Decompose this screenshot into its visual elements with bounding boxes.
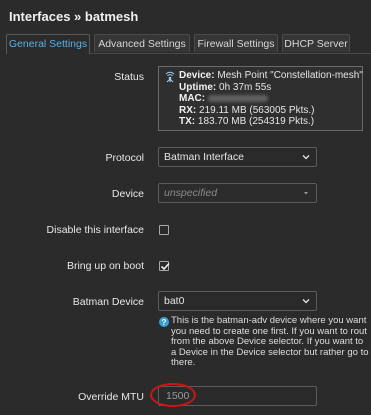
- status-device-key: Device:: [179, 70, 215, 81]
- chevron-down-icon: [302, 155, 310, 160]
- device-label: Device: [111, 188, 144, 200]
- status-uptime-line: Uptime: 0h 37m 55s: [179, 82, 362, 94]
- status-tx-value: 183.70 MB (254319 Pkts.): [197, 116, 315, 127]
- svg-text:?: ?: [162, 318, 167, 327]
- tab-firewall-settings[interactable]: Firewall Settings: [194, 34, 278, 52]
- status-uptime-value: 0h 37m 55s: [219, 81, 272, 93]
- bring-up-on-boot-label: Bring up on boot: [66, 260, 144, 272]
- help-line: there.: [171, 358, 196, 368]
- device-select-value: unspecified: [164, 187, 218, 199]
- question-icon: ?: [159, 317, 169, 327]
- disable-interface-label: Disable this interface: [46, 224, 144, 236]
- status-uptime-key: Uptime:: [179, 81, 217, 93]
- dropdown-arrow-icon: [304, 192, 308, 195]
- protocol-label: Protocol: [105, 152, 144, 164]
- protocol-select[interactable]: Batman Interface: [158, 147, 317, 167]
- page-title: Interfaces » batmesh: [9, 9, 139, 24]
- help-line: This is the batman-adv device where you …: [171, 316, 367, 326]
- device-select[interactable]: unspecified: [158, 183, 317, 203]
- override-mtu-input[interactable]: [158, 386, 317, 406]
- tab-general-settings[interactable]: General Settings: [6, 34, 90, 54]
- status-device-line: Device: Mesh Point "Constellation-mesh": [179, 70, 363, 82]
- tab-advanced-settings[interactable]: Advanced Settings: [94, 34, 190, 52]
- status-tx-line: TX: 183.70 MB (254319 Pkts.): [179, 116, 362, 128]
- batman-device-label: Batman Device: [72, 296, 144, 308]
- bring-up-on-boot-checkbox[interactable]: [159, 261, 170, 271]
- help-line: from the above Device selector. If you w…: [171, 337, 364, 347]
- batman-device-select-value: bat0: [164, 295, 185, 307]
- tab-dhcp-server[interactable]: DHCP Server: [282, 34, 350, 52]
- help-line: you need to create one first. If you wan…: [171, 326, 367, 337]
- status-rx-value: 219.11 MB (563005 Pkts.): [199, 104, 315, 116]
- status-label: Status: [114, 71, 144, 83]
- disable-interface-checkbox[interactable]: [159, 225, 169, 235]
- interface-config-page: Interfaces » batmesh General Settings Ad…: [0, 0, 371, 415]
- mesh-point-icon: [165, 71, 175, 83]
- status-mac-key: MAC:: [179, 93, 206, 104]
- batman-device-select[interactable]: bat0: [158, 291, 317, 311]
- protocol-select-value: Batman Interface: [164, 151, 244, 163]
- status-mac-line: MAC:: [179, 93, 362, 105]
- tab-bar: General Settings Advanced Settings Firew…: [6, 34, 371, 54]
- help-line: a Device in the Device selector but rath…: [171, 347, 369, 358]
- status-device-value: Mesh Point "Constellation-mesh": [217, 70, 363, 81]
- status-box: Device: Mesh Point "Constellation-mesh" …: [158, 66, 363, 131]
- mac-address-redacted: [207, 94, 268, 102]
- chevron-down-icon: [302, 299, 310, 304]
- status-rx-line: RX: 219.11 MB (563005 Pkts.): [179, 105, 362, 117]
- override-mtu-label: Override MTU: [78, 391, 144, 403]
- checkmark-icon: [160, 262, 170, 271]
- batman-device-help: ? This is the batman-adv device where yo…: [158, 316, 371, 369]
- status-tx-key: TX:: [179, 116, 196, 127]
- status-rx-key: RX:: [179, 104, 197, 116]
